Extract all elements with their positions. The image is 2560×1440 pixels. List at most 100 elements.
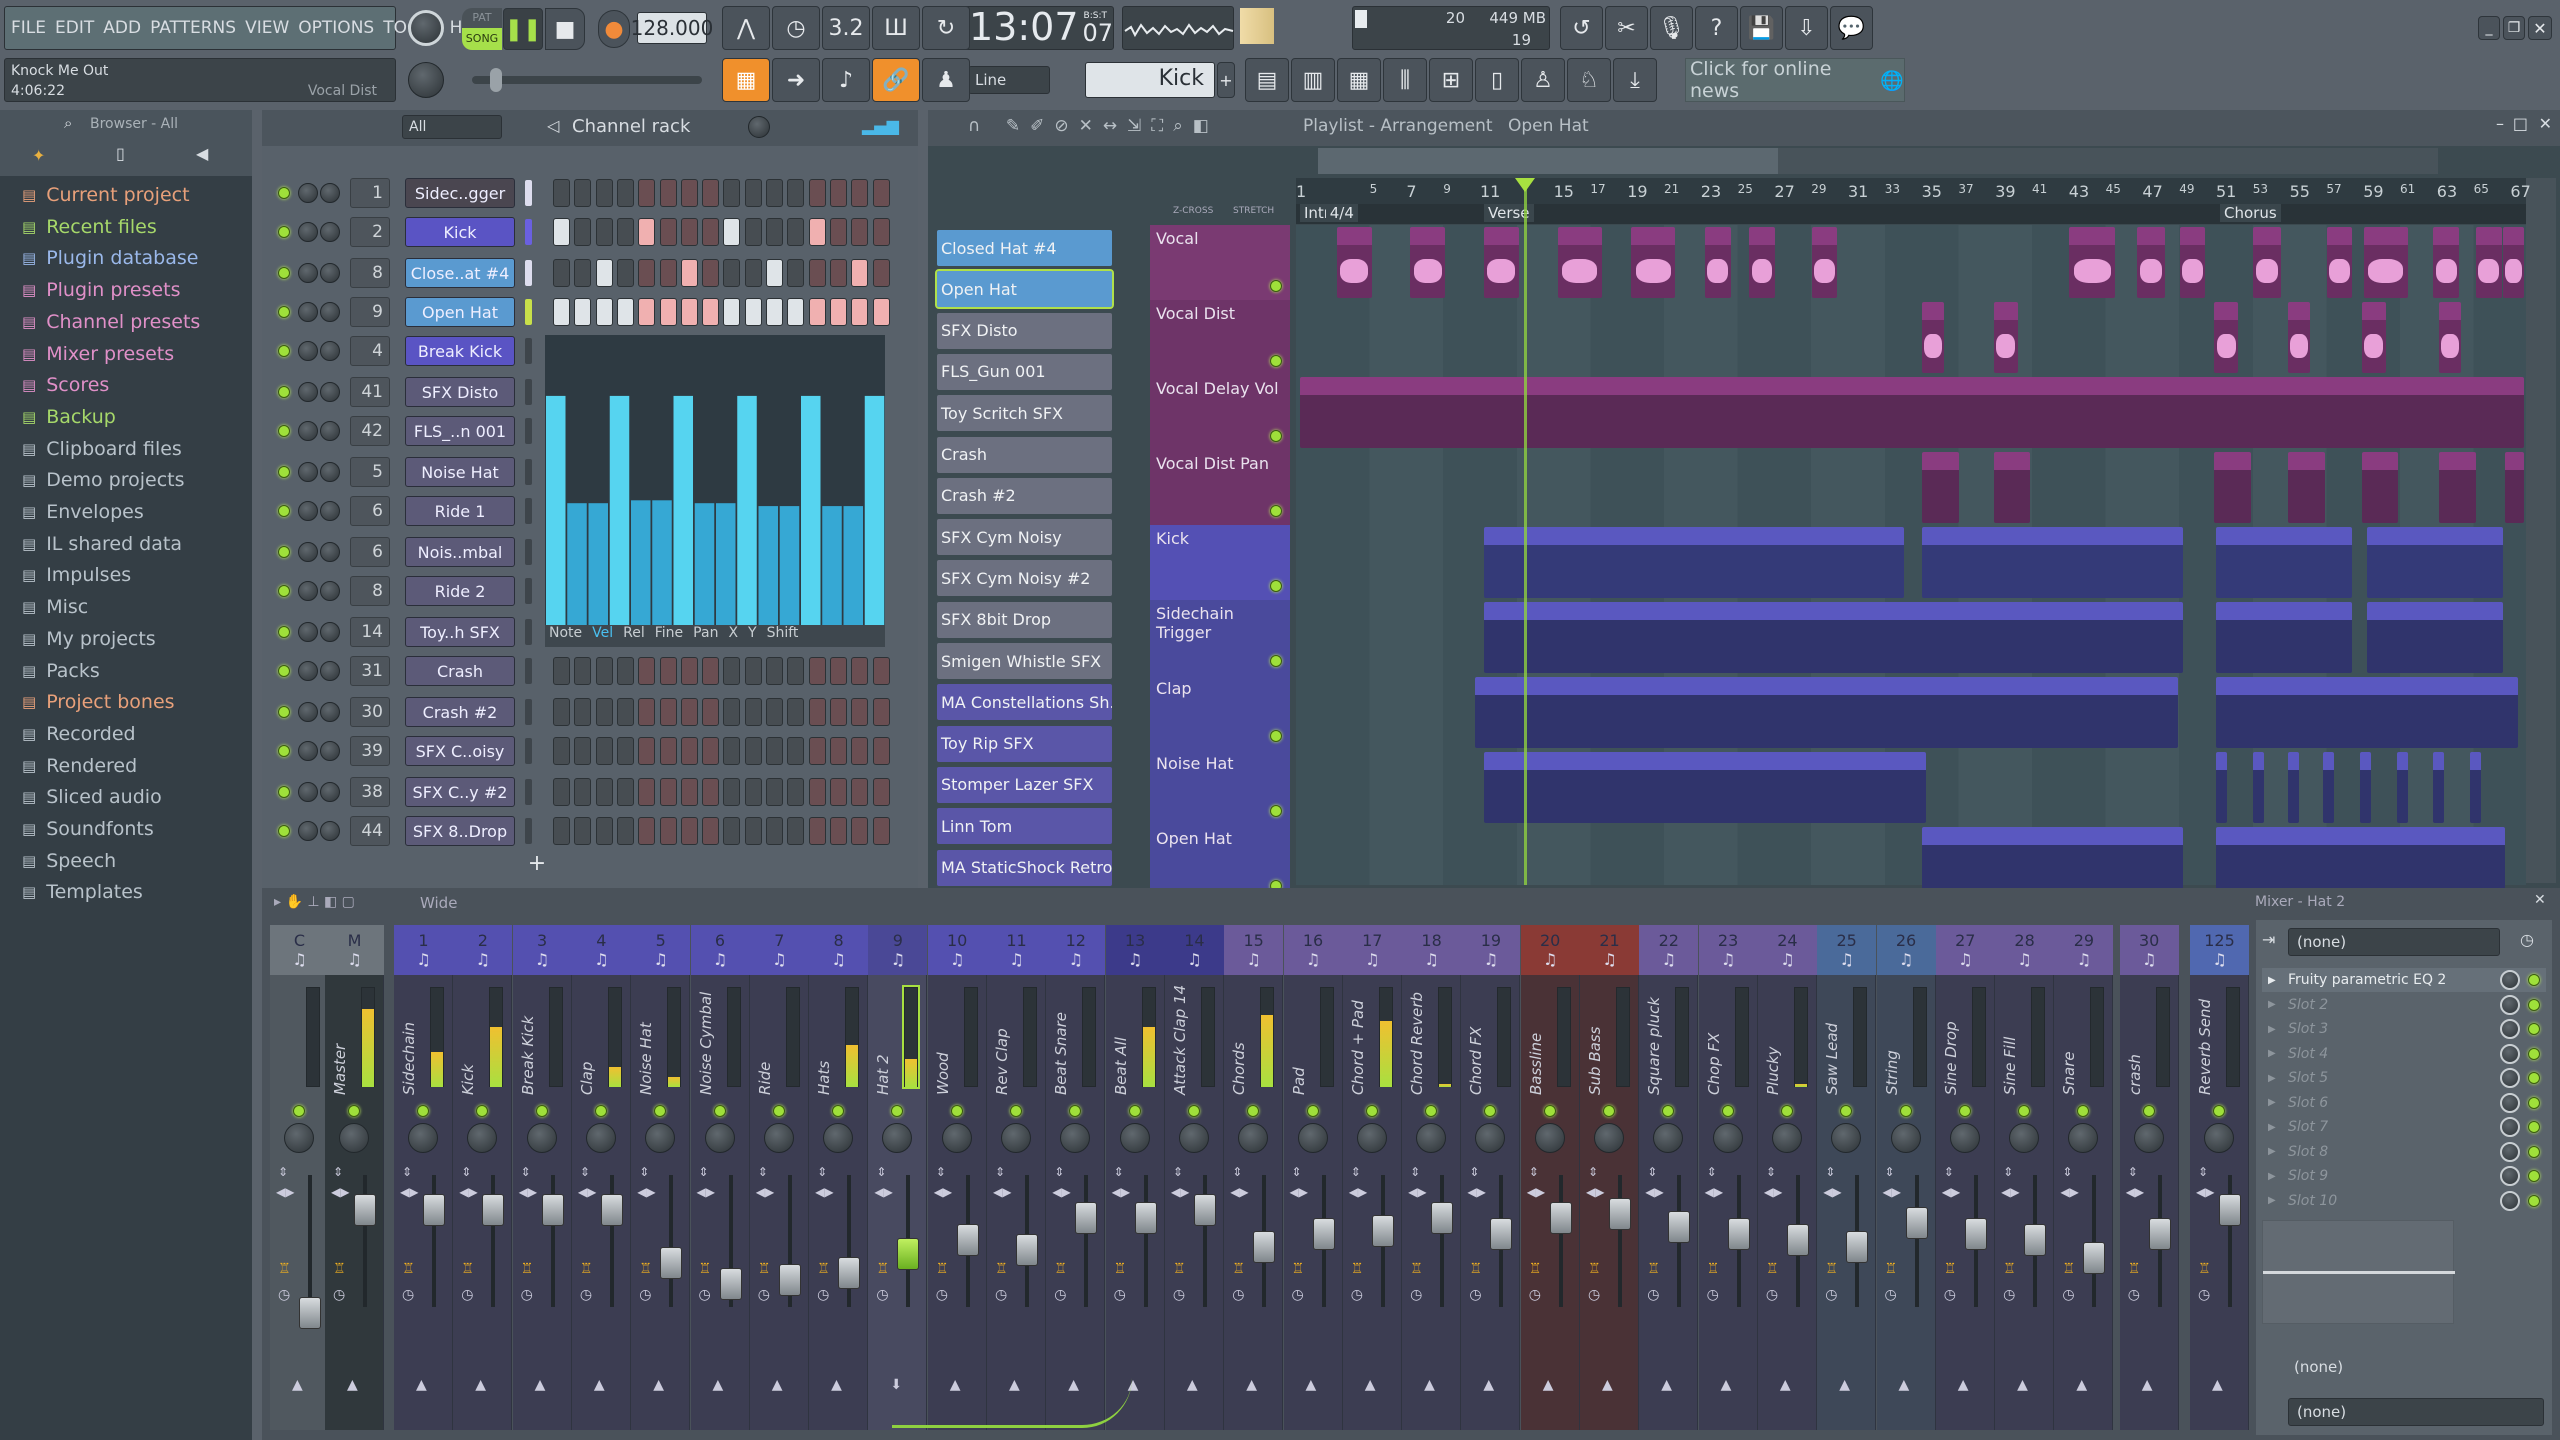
volume-fader[interactable] [1490, 1217, 1513, 1250]
strip-enable-led[interactable] [1128, 1105, 1141, 1117]
master-pitch-knob[interactable] [408, 62, 444, 98]
channel-mute-led[interactable] [278, 745, 290, 757]
strip-pan-knob[interactable] [1238, 1123, 1269, 1153]
step-button[interactable] [766, 778, 783, 806]
step-button[interactable] [808, 179, 826, 207]
playlist-clip[interactable]: Ǝ K.. [2367, 527, 2504, 598]
feedback-button[interactable]: 💬 [1830, 6, 1873, 50]
latency-clock-icon[interactable]: ◷ [2198, 1287, 2210, 1303]
step-button[interactable] [744, 218, 762, 246]
paint-tool-button[interactable]: ♪ [822, 58, 870, 102]
route-arrow-icon[interactable]: ▲ [1839, 1377, 1850, 1393]
playlist-clip[interactable]: ⇥ V.. [2214, 452, 2252, 523]
mixer-track-number[interactable]: 2 [350, 217, 390, 247]
channel-mute-led[interactable] [278, 226, 290, 238]
step-button[interactable] [659, 259, 677, 287]
channel-select-indicator[interactable] [525, 379, 532, 405]
strip-pan-knob[interactable] [339, 1123, 369, 1153]
strip-pan-knob[interactable] [1653, 1123, 1684, 1153]
channel-pan-knob[interactable] [298, 782, 318, 802]
browser-item[interactable]: ▤ Mixer presets [22, 339, 174, 369]
effect-slot[interactable]: ▶ Slot 2 [2262, 993, 2546, 1017]
latency-clock-icon[interactable]: ◷ [1054, 1287, 1066, 1303]
strip-pan-knob[interactable] [467, 1123, 498, 1153]
channel-pan-knob[interactable] [298, 702, 318, 722]
menu-file[interactable]: FILE [11, 18, 46, 38]
channel-pan-knob[interactable] [298, 542, 318, 562]
arm-record-icon[interactable]: ♖ [2198, 1261, 2211, 1277]
playlist-clip[interactable]: ⇥ Vocal [1410, 227, 1446, 298]
step-button[interactable] [553, 778, 570, 806]
playlist-clip[interactable]: ⇥ Vocal [2069, 227, 2116, 298]
volume-fader[interactable] [2148, 1217, 2171, 1250]
strip-enable-led[interactable] [1662, 1105, 1675, 1117]
channel-select-indicator[interactable] [525, 578, 532, 604]
strip-pan-knob[interactable] [704, 1123, 735, 1153]
route-arrow-icon[interactable]: ▲ [1306, 1377, 1317, 1393]
channel-mute-led[interactable] [278, 345, 290, 357]
slot-mix-knob[interactable] [2500, 1166, 2520, 1186]
slot-enable-led[interactable] [2528, 1170, 2540, 1182]
step-button[interactable] [808, 218, 826, 246]
file-filter-icon[interactable]: ▯ [116, 144, 125, 163]
latency-clock-icon[interactable]: ◷ [936, 1287, 948, 1303]
volume-fader[interactable] [541, 1194, 564, 1227]
stretch-toggle[interactable]: STRETCH [1233, 206, 1274, 216]
latency-clock-icon[interactable]: ◷ [1885, 1287, 1897, 1303]
step-button[interactable] [787, 259, 805, 287]
mixer-close-icon[interactable]: ✕ [2534, 892, 2546, 908]
step-button[interactable] [595, 298, 613, 326]
browser-item[interactable]: ▤ Demo projects [22, 465, 185, 495]
route-arrow-icon[interactable]: ▲ [2142, 1377, 2153, 1393]
playlist-clip[interactable] [2216, 677, 2519, 748]
strip-pan-knob[interactable] [2204, 1123, 2234, 1153]
step-button[interactable] [574, 179, 592, 207]
playlist-clip[interactable]: ⇥ Vocal [1811, 227, 1838, 298]
playlist-clip[interactable]: ⇥ V.. [2438, 452, 2476, 523]
channel-volume-knob[interactable] [320, 421, 340, 441]
strip-pan-knob[interactable] [284, 1123, 314, 1153]
add-pattern-button[interactable]: + [1217, 62, 1235, 98]
arm-record-icon[interactable]: ♖ [876, 1261, 889, 1277]
strip-pan-knob[interactable] [1416, 1123, 1447, 1153]
mixer-strip[interactable]: 15 ♫ Chords ⇕ ◀▶ ♖ ◷ ▲ [1224, 925, 1284, 1430]
playlist-tools[interactable]: ∩ ✎✐⊘✕↔⇲⛶⌕◧ [968, 116, 1219, 136]
arm-record-icon[interactable]: ♖ [1173, 1261, 1186, 1277]
mixer-track-number[interactable]: 8 [350, 576, 390, 606]
cut-button[interactable]: ✂ [1605, 6, 1648, 50]
close-button[interactable]: ✕ [2528, 16, 2552, 40]
track-enable-led[interactable] [1270, 505, 1282, 517]
route-arrow-icon[interactable]: ▲ [475, 1377, 486, 1393]
pattern-picker-item[interactable]: MA StaticShock Retro.. [937, 849, 1112, 886]
volume-fader[interactable] [956, 1224, 979, 1257]
step-button[interactable] [659, 657, 677, 685]
step-button[interactable] [553, 218, 570, 246]
online-news-button[interactable]: Click for online news 🌐 [1685, 58, 1905, 102]
mixer-track-number[interactable]: 4 [350, 336, 390, 366]
browser-item[interactable]: ▤ Current project [22, 180, 190, 210]
undo-button[interactable]: ↺ [1560, 6, 1603, 50]
mixer-strip[interactable]: 16 ♫ Pad ⇕ ◀▶ ♖ ◷ ▲ [1283, 925, 1343, 1430]
pattern-selector[interactable]: Kick [1085, 62, 1215, 98]
playlist-clip[interactable]: ⇥ Vocal Delay Vol [1300, 377, 2524, 448]
latency-clock-icon[interactable]: ◷ [1647, 1287, 1659, 1303]
channel-mute-led[interactable] [278, 505, 290, 517]
channel-name-button[interactable]: SFX C..oisy [405, 736, 515, 766]
swing-knob[interactable] [748, 116, 770, 138]
eq-display[interactable] [2262, 1220, 2455, 1324]
step-button[interactable] [851, 737, 869, 765]
channel-select-indicator[interactable] [525, 260, 532, 286]
step-button[interactable] [659, 698, 677, 726]
step-button[interactable] [787, 179, 805, 207]
browser-item[interactable]: ▤ Templates [22, 877, 143, 907]
snap-selector[interactable]: Line [968, 66, 1050, 94]
latency-clock-icon[interactable]: ◷ [639, 1287, 651, 1303]
step-button[interactable] [553, 298, 570, 326]
playlist-clip[interactable]: Ǝ Si.. [1484, 602, 2184, 673]
step-button[interactable] [808, 657, 826, 685]
arm-record-icon[interactable]: ♖ [461, 1261, 474, 1277]
step-button[interactable] [553, 259, 570, 287]
latency-clock-icon[interactable]: ◷ [2003, 1287, 2015, 1303]
record-button[interactable]: ● [598, 10, 630, 48]
step-button[interactable] [553, 698, 570, 726]
